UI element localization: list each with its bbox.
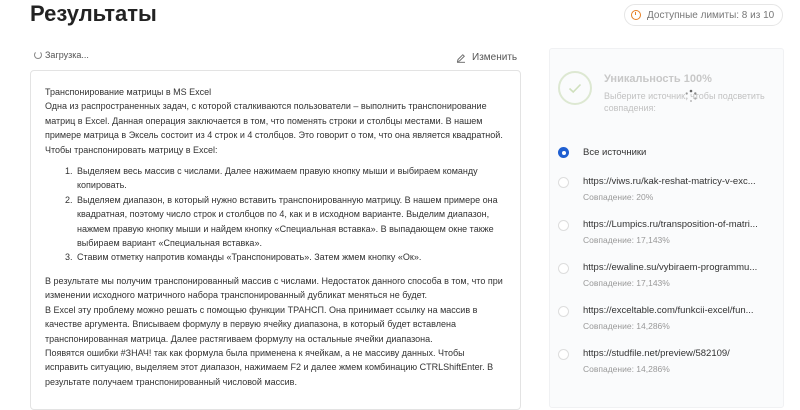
- uniqueness-title: Уникальность 100%: [604, 73, 712, 85]
- all-sources-label: Все источники: [583, 147, 647, 158]
- radio-icon[interactable]: [558, 349, 569, 360]
- text-intro: Одна из распространенных задач, с которо…: [45, 101, 503, 155]
- loading-label: Загрузка...: [45, 50, 89, 60]
- text-editor[interactable]: Транспонирование матрицы в MS Excel Одна…: [30, 70, 521, 410]
- source-url[interactable]: https://viws.ru/kak-reshat-matricy-v-exc…: [583, 176, 756, 188]
- edit-label: Изменить: [472, 52, 518, 63]
- radio-icon[interactable]: [558, 177, 569, 188]
- text-paragraph: Появятся ошибки #ЗНАЧ! так как формула б…: [45, 347, 494, 387]
- edit-button[interactable]: Изменить: [456, 52, 517, 63]
- limits-label: Доступные лимиты: 8 из 10: [647, 9, 775, 21]
- source-similarity: Совпадение: 14,286%: [583, 364, 670, 374]
- text-paragraph: В результате мы получим транспонированны…: [45, 275, 503, 301]
- clock-icon: [631, 10, 641, 20]
- uniqueness-panel: Уникальность 100% Выберите источник, что…: [549, 48, 784, 408]
- source-item[interactable]: https://Lumpics.ru/transposition-of-matr…: [558, 219, 758, 246]
- source-item[interactable]: https://viws.ru/kak-reshat-matricy-v-exc…: [558, 176, 756, 203]
- radio-icon[interactable]: [558, 306, 569, 317]
- step-item: Ставим отметку напротив команды «Транспо…: [75, 250, 506, 264]
- radio-icon[interactable]: [558, 220, 569, 231]
- source-similarity: Совпадение: 17,143%: [583, 278, 670, 288]
- source-url[interactable]: https://exceltable.com/funkcii-excel/fun…: [583, 305, 754, 317]
- limits-badge[interactable]: Доступные лимиты: 8 из 10: [624, 4, 784, 26]
- pencil-icon: [456, 53, 465, 63]
- page-title: Результаты: [30, 1, 157, 26]
- radio-selected-icon[interactable]: [558, 147, 569, 158]
- loading-spinner-icon: [685, 89, 697, 102]
- source-item[interactable]: https://ewaline.su/vybiraem-programmu...…: [558, 262, 757, 289]
- text-title: Транспонирование матрицы в MS Excel: [45, 87, 212, 97]
- radio-icon[interactable]: [558, 263, 569, 274]
- check-circle-icon: [558, 71, 592, 105]
- source-url[interactable]: https://ewaline.su/vybiraem-programmu...: [583, 262, 757, 274]
- source-url[interactable]: https://studfile.net/preview/582109/: [583, 348, 730, 360]
- source-similarity: Совпадение: 20%: [583, 192, 654, 202]
- text-paragraph: В Excel эту проблему можно решать с помо…: [45, 304, 478, 344]
- source-item[interactable]: https://exceltable.com/funkcii-excel/fun…: [558, 305, 754, 332]
- step-item: Выделяем диапазон, в который нужно встав…: [75, 193, 506, 251]
- source-item[interactable]: https://studfile.net/preview/582109/ Сов…: [558, 348, 730, 375]
- source-similarity: Совпадение: 14,286%: [583, 321, 670, 331]
- loading-indicator: Загрузка...: [34, 50, 89, 60]
- spinner-icon: [34, 51, 42, 59]
- source-similarity: Совпадение: 17,143%: [583, 235, 670, 245]
- step-item: Выделяем весь массив с числами. Далее на…: [75, 164, 506, 193]
- steps-list: Выделяем весь массив с числами. Далее на…: [45, 164, 506, 265]
- source-url[interactable]: https://Lumpics.ru/transposition-of-matr…: [583, 219, 758, 231]
- source-item-all[interactable]: Все источники: [558, 146, 646, 159]
